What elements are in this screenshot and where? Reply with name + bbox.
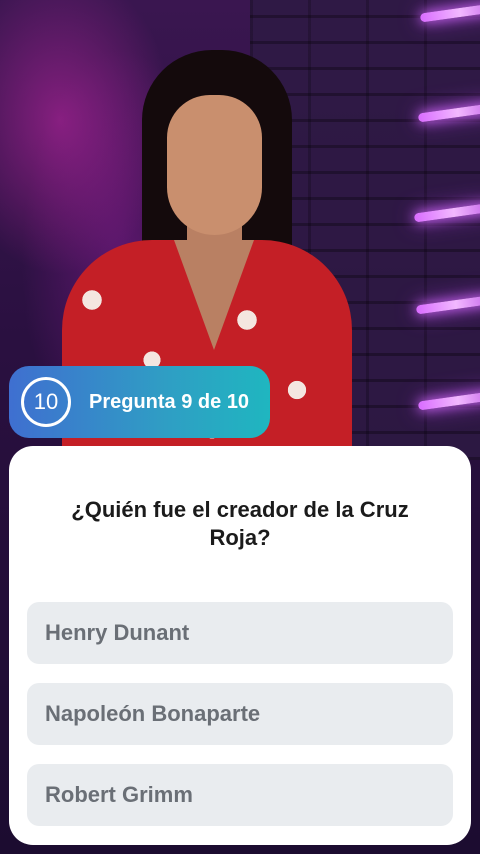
question-text: ¿Quién fue el creador de la Cruz Roja? — [71, 497, 409, 550]
question-card: ¿Quién fue el creador de la Cruz Roja? H… — [9, 446, 471, 845]
question-progress-badge: 10 Pregunta 9 de 10 — [9, 366, 270, 438]
answer-option-label: Napoleón Bonaparte — [45, 701, 261, 726]
host-face — [167, 95, 262, 235]
answer-option-label: Henry Dunant — [45, 620, 190, 645]
timer-value: 10 — [33, 389, 59, 414]
answer-option-1[interactable]: Henry Dunant — [27, 602, 453, 664]
quiz-screen: 10 Pregunta 9 de 10 ¿Quién fue el creado… — [0, 0, 480, 854]
answer-option-3[interactable]: Robert Grimm — [27, 764, 453, 826]
host-neckline — [174, 240, 254, 350]
countdown-timer: 10 — [21, 377, 71, 427]
question-counter: Pregunta 9 de 10 — [89, 390, 250, 413]
answer-option-2[interactable]: Napoleón Bonaparte — [27, 683, 453, 745]
answer-option-label: Robert Grimm — [45, 782, 193, 807]
